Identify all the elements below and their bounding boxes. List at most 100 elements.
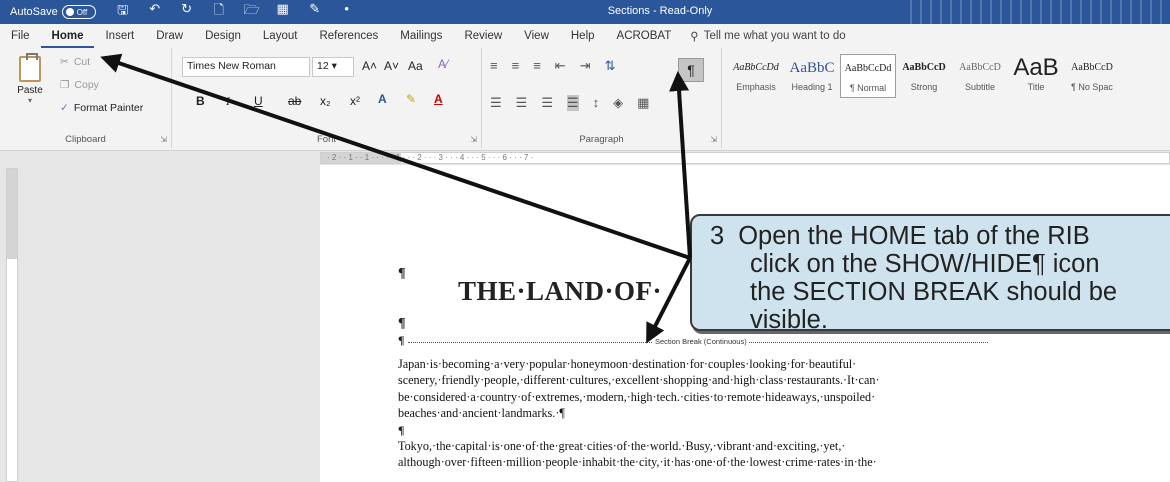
numbering-icon[interactable]: ≡ <box>512 58 520 74</box>
underline-button[interactable]: U <box>254 94 263 108</box>
tab-home[interactable]: Home <box>40 24 95 48</box>
align-left-icon[interactable]: ☰ <box>490 95 502 111</box>
style-name: ¶ No Spac <box>1071 82 1113 92</box>
style-sample: AaB <box>1013 54 1059 81</box>
change-case-button[interactable]: Aa <box>408 59 423 73</box>
callout-line-3: the SECTION BREAK should be <box>750 278 1118 306</box>
style-name: Subtitle <box>964 82 996 92</box>
paste-dropdown-icon[interactable]: ▾ <box>12 96 48 105</box>
font-color-icon[interactable]: A <box>434 92 443 106</box>
style-name: Heading 1 <box>791 82 833 92</box>
italic-button[interactable]: I <box>226 94 230 109</box>
style-sample: AaBbCcDd <box>733 62 779 73</box>
style-normal[interactable]: AaBbCcDd ¶ Normal <box>840 54 896 98</box>
document-heading: THE·LAND·OF· <box>458 276 663 306</box>
borders-icon[interactable]: ▦ <box>637 95 649 111</box>
style-sample: AaBbCcDd <box>844 63 892 74</box>
clipboard-launcher-icon[interactable]: ⇲ <box>160 135 167 144</box>
tab-view[interactable]: View <box>513 24 560 48</box>
decrease-indent-icon[interactable]: ⇤ <box>555 58 566 74</box>
paste-label: Paste <box>17 85 43 96</box>
style-name: Strong <box>910 82 938 92</box>
tab-help[interactable]: Help <box>560 24 606 48</box>
font-name-value: Times New Roman <box>187 60 276 72</box>
tab-file[interactable]: File <box>0 24 41 48</box>
font-group: Times New Roman 12 ▾ A˄ A˅ Aa A⁄ B I U a… <box>172 48 482 148</box>
style-subtitle[interactable]: AaBbCcD Subtitle <box>952 54 1008 98</box>
font-launcher-icon[interactable]: ⇲ <box>470 135 477 144</box>
instruction-callout: 3 Open the HOME tab of the RIB click on t… <box>690 214 1170 334</box>
empty-paragraph-mark: ¶ <box>398 316 406 331</box>
highlight-icon[interactable]: ✎ <box>406 92 416 106</box>
tab-draw[interactable]: Draw <box>145 24 194 48</box>
tab-review[interactable]: Review <box>453 24 513 48</box>
style-heading-1[interactable]: AaBbC Heading 1 <box>784 54 840 98</box>
empty-paragraph-mark: ¶ <box>398 423 405 437</box>
font-name-box[interactable]: Times New Roman <box>182 57 310 77</box>
font-group-label: Font <box>316 134 336 145</box>
clipboard-icon <box>19 53 41 82</box>
justify-icon[interactable]: ☰ <box>566 95 579 111</box>
copy-button[interactable]: ❐ Copy <box>60 79 99 91</box>
tab-references[interactable]: References <box>308 24 389 48</box>
shrink-font-button[interactable]: A˅ <box>384 59 399 73</box>
style-name: Title <box>1027 82 1045 92</box>
style-name: Emphasis <box>736 82 776 92</box>
tab-design[interactable]: Design <box>194 24 252 48</box>
search-icon: ⚲ <box>690 31 699 43</box>
paragraph-group-label: Paragraph <box>579 134 624 145</box>
style-sample: AaBbCcD <box>902 62 946 73</box>
style-emphasis[interactable]: AaBbCcDd Emphasis <box>728 54 784 98</box>
copy-label: Copy <box>74 79 99 91</box>
font-size-box[interactable]: 12 ▾ <box>312 57 354 77</box>
grow-font-button[interactable]: A˄ <box>362 59 377 73</box>
ribbon: Paste ▾ ✂ Cut ❐ Copy ✓ Format Painter Clipb… <box>0 48 1170 151</box>
show-hide-button[interactable]: ¶ <box>678 58 704 82</box>
cut-label: Cut <box>73 56 91 68</box>
title-bar-pattern <box>910 0 1170 24</box>
text-effects-icon[interactable]: A <box>378 92 387 106</box>
vertical-ruler[interactable] <box>6 168 18 482</box>
paste-button[interactable]: Paste ▾ <box>12 53 48 105</box>
style-title[interactable]: AaB Title <box>1008 54 1064 98</box>
shading-icon[interactable]: ◈ <box>613 95 623 111</box>
tab-insert[interactable]: Insert <box>94 24 145 48</box>
tab-mailings[interactable]: Mailings <box>389 24 453 48</box>
sort-icon[interactable]: ⇅ <box>605 58 616 74</box>
style-strong[interactable]: AaBbCcD Strong <box>896 54 952 98</box>
clear-formatting-icon[interactable]: A⁄ <box>438 57 448 71</box>
style-sample: AaBbCcD <box>1071 62 1113 73</box>
format-painter-label: Format Painter <box>73 102 144 114</box>
bold-button[interactable]: B <box>196 94 205 108</box>
paragraph-row-2: ☰ ☰ ☰ ☰ ↕ ◈ ▦ <box>490 95 649 111</box>
style-no-spacing[interactable]: AaBbCcD ¶ No Spac <box>1064 54 1120 98</box>
superscript-button[interactable]: x² <box>350 94 360 108</box>
paragraph-launcher-icon[interactable]: ⇲ <box>710 135 717 144</box>
title-bar: AutoSave Off 🖫 ↶ ↻ 🗋 🗁 ▦ ✎ • Sections - … <box>0 0 1170 24</box>
callout-line-2: click on the SHOW/HIDE¶ icon <box>750 250 1100 278</box>
subscript-button[interactable]: x₂ <box>320 94 331 108</box>
copy-icon: ❐ <box>60 79 70 91</box>
bullets-icon[interactable]: ≡ <box>490 58 498 74</box>
section-break-label: Section Break (Continuous) <box>653 337 749 346</box>
align-center-icon[interactable]: ☰ <box>516 95 528 111</box>
tell-me-box[interactable]: ⚲ Tell me what you want to do <box>690 29 845 43</box>
strikethrough-button[interactable]: ab <box>288 94 301 108</box>
paintbrush-icon: ✓ <box>60 102 69 114</box>
tab-layout[interactable]: Layout <box>252 24 309 48</box>
vertical-ruler-margin <box>7 169 17 259</box>
section-break-paragraph-mark: ¶ <box>398 333 405 347</box>
callout-line-1: Open the HOME tab of the RIB <box>738 222 1090 250</box>
format-painter-button[interactable]: ✓ Format Painter <box>60 102 143 114</box>
multilevel-list-icon[interactable]: ≡ <box>533 58 541 74</box>
horizontal-ruler[interactable]: · 2 · · 1 · · 1 · · · · · 1 · · · 2 · · … <box>0 151 1170 165</box>
body-paragraph: Tokyo,·the·capital·is·one·of·the·great·c… <box>398 439 877 470</box>
style-sample: AaBbC <box>789 60 835 76</box>
increase-indent-icon[interactable]: ⇥ <box>580 58 591 74</box>
ruler-ticks: · 2 · · 1 · · 1 · · · · · 1 · · · 2 · · … <box>327 153 534 162</box>
tab-acrobat[interactable]: ACROBAT <box>606 24 683 48</box>
align-right-icon[interactable]: ☰ <box>541 95 553 111</box>
cut-button[interactable]: ✂ Cut <box>60 56 90 68</box>
tell-me-text: Tell me what you want to do <box>703 30 846 42</box>
line-spacing-icon[interactable]: ↕ <box>593 95 600 111</box>
